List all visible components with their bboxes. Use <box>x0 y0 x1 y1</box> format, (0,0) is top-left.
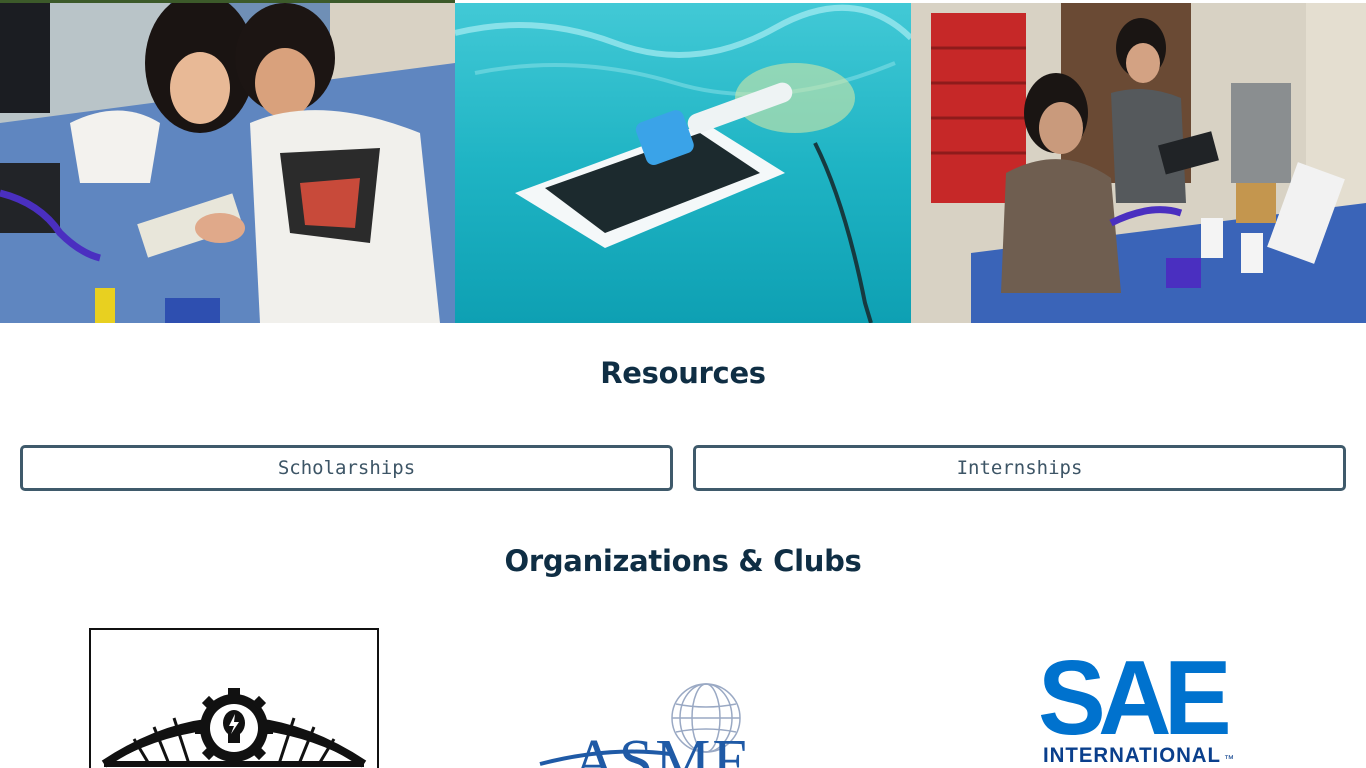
sae-logo-text: SAE <box>1038 640 1228 757</box>
sae-international-logo[interactable]: SAE INTERNATIONAL ™ <box>1038 640 1244 768</box>
underwater-robot-photo <box>455 3 911 323</box>
resources-heading: Resources <box>600 356 766 390</box>
internships-button-label: Internships <box>956 457 1083 479</box>
asme-logo[interactable]: ASME <box>530 676 830 768</box>
organizations-heading: Organizations & Clubs <box>504 544 862 578</box>
scholarships-button-label: Scholarships <box>277 457 416 479</box>
sae-logo-tm: ™ <box>1224 754 1234 765</box>
bridge-gear-lightbulb-logo[interactable] <box>89 628 380 768</box>
scholarships-button[interactable]: Scholarships <box>20 445 673 491</box>
sae-logo-subtext: INTERNATIONAL <box>1043 744 1221 767</box>
students-soldering-photo <box>0 3 455 323</box>
internships-button[interactable]: Internships <box>693 445 1346 491</box>
asme-logo-text: ASME <box>572 728 752 768</box>
lab-workbench-photo <box>911 3 1366 323</box>
